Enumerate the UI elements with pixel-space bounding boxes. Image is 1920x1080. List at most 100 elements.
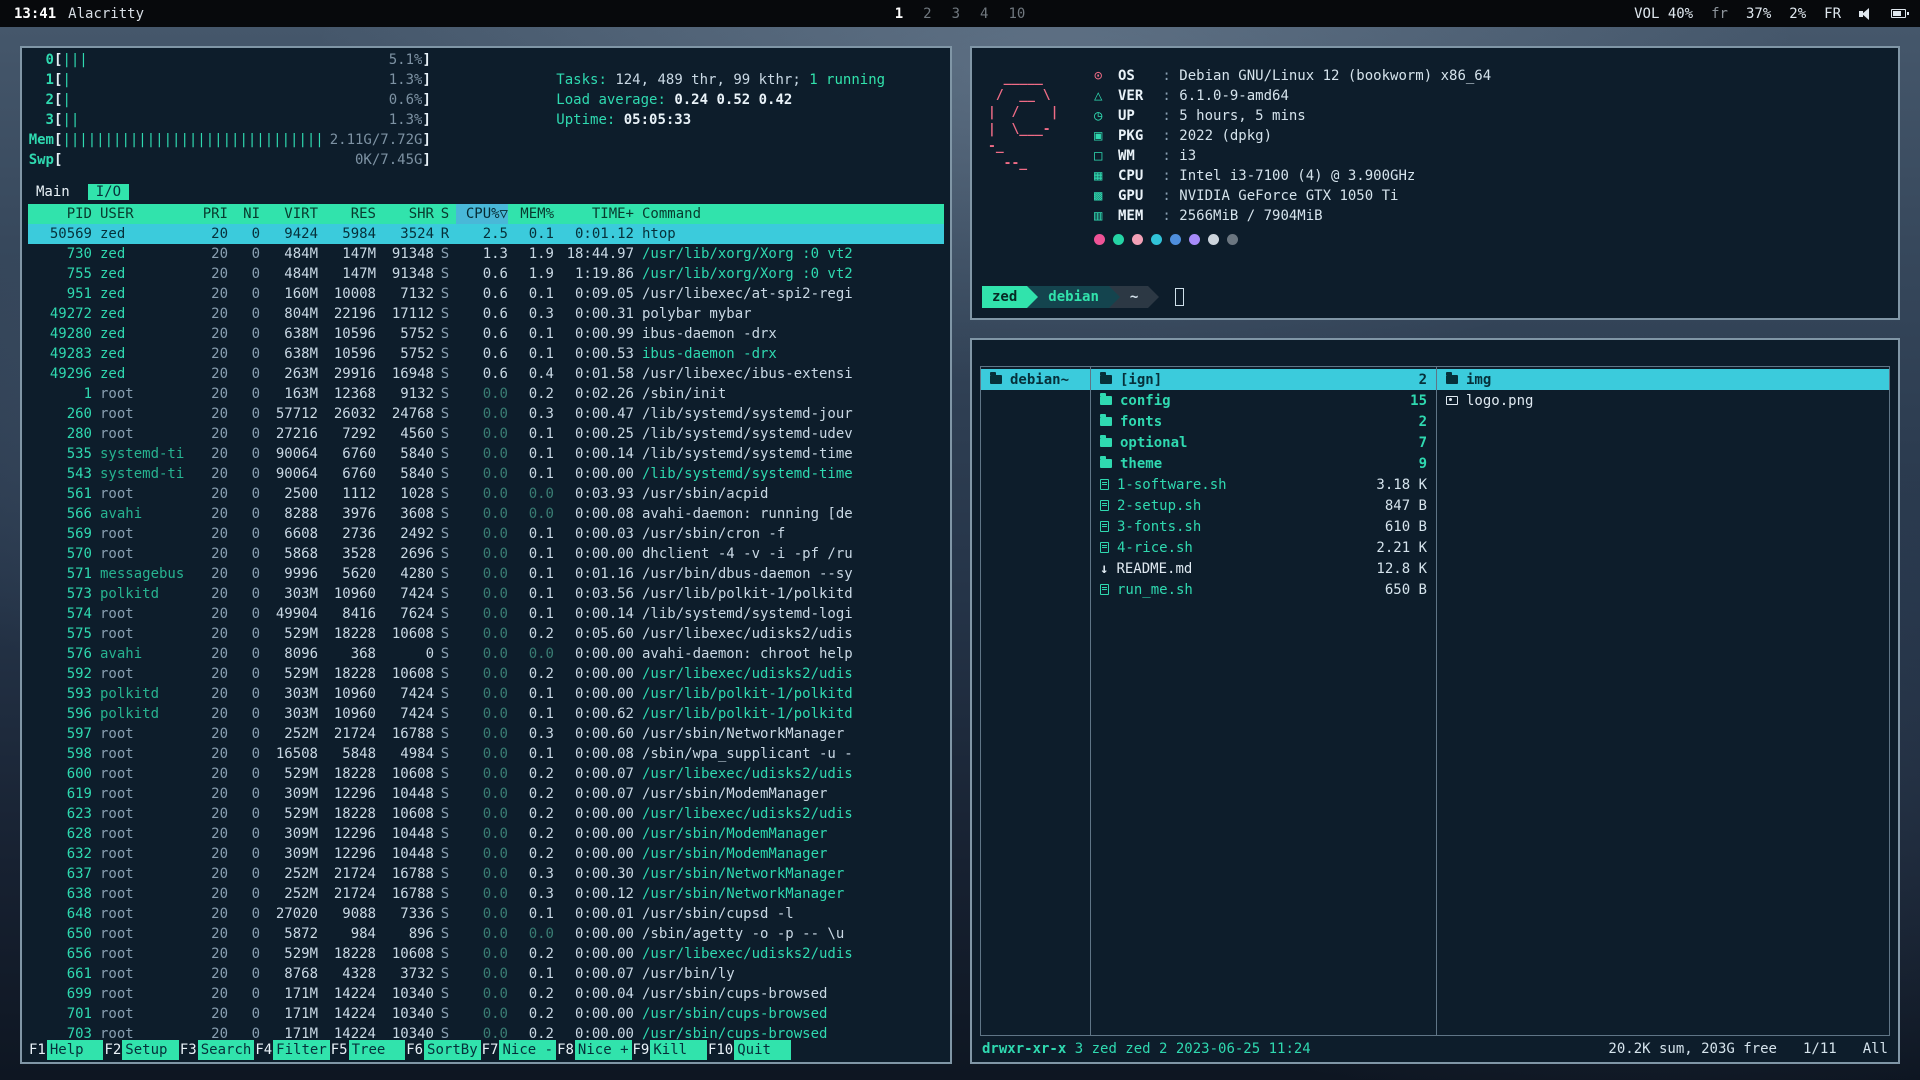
process-row[interactable]: 598root2001650858484984S0.00.10:00.08/sb… xyxy=(28,744,944,764)
volume-icon[interactable] xyxy=(1859,8,1873,20)
file-item[interactable]: fonts2 xyxy=(1091,411,1436,432)
column-header-c1[interactable]: USER xyxy=(92,204,192,224)
column-header-c0[interactable]: PID xyxy=(28,204,92,224)
process-row[interactable]: 570root200586835282696S0.00.10:00.00dhcl… xyxy=(28,544,944,564)
process-row[interactable]: 703root200171M1422410340S0.00.20:00.00/u… xyxy=(28,1024,944,1040)
workspace-2[interactable]: 2 xyxy=(923,6,931,22)
process-row[interactable]: 951zed200160M100087132S0.60.10:09.05/usr… xyxy=(28,284,944,304)
file-item[interactable]: logo.png xyxy=(1437,390,1889,411)
column-header-c3[interactable]: NI xyxy=(228,204,260,224)
column-header-c6[interactable]: SHR xyxy=(376,204,434,224)
process-row[interactable]: 623root200529M1822810608S0.00.20:00.00/u… xyxy=(28,804,944,824)
workspace-1[interactable]: 1 xyxy=(895,6,903,22)
process-row[interactable]: 1root200163M123689132S0.00.20:02.26/sbin… xyxy=(28,384,944,404)
process-row[interactable]: 597root200252M2172416788S0.00.30:00.60/u… xyxy=(28,724,944,744)
workspace-3[interactable]: 3 xyxy=(952,6,960,22)
file-item[interactable]: img xyxy=(1437,369,1889,390)
process-row[interactable]: 600root200529M1822810608S0.00.20:00.07/u… xyxy=(28,764,944,784)
file-item[interactable]: debian~ xyxy=(981,369,1090,390)
file-item[interactable]: optional7 xyxy=(1091,432,1436,453)
image-icon xyxy=(1446,396,1458,405)
fkey-f7[interactable]: F7Nice - xyxy=(481,1040,556,1060)
process-row[interactable]: 576avahi20080963680S0.00.00:00.00avahi-d… xyxy=(28,644,944,664)
fkey-f1[interactable]: F1Help xyxy=(28,1040,103,1060)
fkey-f4[interactable]: F4Filter xyxy=(254,1040,329,1060)
process-row[interactable]: 619root200309M1229610448S0.00.20:00.07/u… xyxy=(28,784,944,804)
process-row[interactable]: 49280zed200638M105965752S0.60.10:00.99ib… xyxy=(28,324,944,344)
process-row[interactable]: 543systemd-ti2009006467605840S0.00.10:00… xyxy=(28,464,944,484)
process-row[interactable]: 632root200309M1229610448S0.00.20:00.00/u… xyxy=(28,844,944,864)
column-header-c11[interactable]: Command xyxy=(634,204,944,224)
workspace-10[interactable]: 10 xyxy=(1008,6,1025,22)
process-row[interactable]: 699root200171M1422410340S0.00.20:00.04/u… xyxy=(28,984,944,1004)
column-header-c8[interactable]: CPU%▽ xyxy=(456,204,508,224)
column-header-c7[interactable]: S xyxy=(434,204,456,224)
file-item[interactable]: 3-fonts.sh610 B xyxy=(1091,516,1436,537)
tab-main[interactable]: Main xyxy=(28,184,78,200)
process-row[interactable]: 49272zed200804M2219617112S0.60.30:00.31p… xyxy=(28,304,944,324)
process-table-body: 50569zed200942459843524R2.50.10:01.12hto… xyxy=(28,224,944,1040)
process-row[interactable]: 561root200250011121028S0.00.00:03.93/usr… xyxy=(28,484,944,504)
script-icon xyxy=(1100,584,1109,595)
process-row[interactable]: 701root200171M1422410340S0.00.20:00.00/u… xyxy=(28,1004,944,1024)
column-header-c2[interactable]: PRI xyxy=(192,204,228,224)
battery-icon[interactable] xyxy=(1891,9,1906,18)
process-row[interactable]: 648root2002702090887336S0.00.10:00.01/us… xyxy=(28,904,944,924)
process-row[interactable]: 49296zed200263M2991616948S0.60.40:01.58/… xyxy=(28,364,944,384)
process-row[interactable]: 628root200309M1229610448S0.00.20:00.00/u… xyxy=(28,824,944,844)
fm-filter: All xyxy=(1863,1036,1888,1062)
process-row[interactable]: 573polkitd200303M109607424S0.00.10:03.56… xyxy=(28,584,944,604)
column-header-c5[interactable]: RES xyxy=(318,204,376,224)
process-row[interactable]: 596polkitd200303M109607424S0.00.10:00.62… xyxy=(28,704,944,724)
process-row[interactable]: 566avahi200828839763608S0.00.00:00.08ava… xyxy=(28,504,944,524)
fkey-f6[interactable]: F6SortBy xyxy=(405,1040,480,1060)
workspace-4[interactable]: 4 xyxy=(980,6,988,22)
status-keyboard-layout-small: fr xyxy=(1711,6,1728,22)
file-name: 1-software.sh xyxy=(1117,477,1368,493)
process-row[interactable]: 638root200252M2172416788S0.00.30:00.12/u… xyxy=(28,884,944,904)
fkey-f8[interactable]: F8Nice + xyxy=(556,1040,631,1060)
fkey-f10[interactable]: F10Quit xyxy=(707,1040,791,1060)
fkey-f2[interactable]: F2Setup xyxy=(103,1040,178,1060)
process-row[interactable]: 280root2002721672924560S0.00.10:00.25/li… xyxy=(28,424,944,444)
gpu-icon: ▩ xyxy=(1094,186,1118,206)
file-item[interactable]: 1-software.sh3.18 K xyxy=(1091,474,1436,495)
process-row[interactable]: 569root200660827362492S0.00.10:00.03/usr… xyxy=(28,524,944,544)
file-item[interactable]: run_me.sh650 B xyxy=(1091,579,1436,600)
process-row[interactable]: 650root2005872984896S0.00.00:00.00/sbin/… xyxy=(28,924,944,944)
process-row[interactable]: 730zed200484M147M91348S1.31.918:44.97/us… xyxy=(28,244,944,264)
process-row[interactable]: 656root200529M1822810608S0.00.20:00.00/u… xyxy=(28,944,944,964)
file-item[interactable]: ↓README.md12.8 K xyxy=(1091,558,1436,579)
fkey-f9[interactable]: F9Kill xyxy=(632,1040,707,1060)
column-header-c10[interactable]: TIME+ xyxy=(554,204,634,224)
process-row[interactable]: 49283zed200638M105965752S0.60.10:00.53ib… xyxy=(28,344,944,364)
tab-io[interactable]: I/O xyxy=(88,184,129,200)
file-manager-window[interactable]: zed@debian /home/zed/Documents/GitHub/de… xyxy=(970,338,1900,1064)
process-row[interactable]: 50569zed200942459843524R2.50.10:01.12hto… xyxy=(28,224,944,244)
file-size: 2 xyxy=(1419,414,1427,430)
file-name: [ign] xyxy=(1120,372,1411,388)
process-row[interactable]: 260root200577122603224768S0.00.30:00.47/… xyxy=(28,404,944,424)
column-header-c4[interactable]: VIRT xyxy=(260,204,318,224)
process-row[interactable]: 637root200252M2172416788S0.00.30:00.30/u… xyxy=(28,864,944,884)
file-item[interactable]: [ign]2 xyxy=(1091,369,1436,390)
htop-window[interactable]: 0[|||5.1%] 1[|1.3%] 2[|0.6%] 3[||1.3%]Me… xyxy=(20,46,952,1064)
process-row[interactable]: 592root200529M1822810608S0.00.20:00.00/u… xyxy=(28,664,944,684)
column-header-c9[interactable]: MEM% xyxy=(508,204,554,224)
file-item[interactable]: 2-setup.sh847 B xyxy=(1091,495,1436,516)
process-row[interactable]: 593polkitd200303M109607424S0.00.10:00.00… xyxy=(28,684,944,704)
fkey-f5[interactable]: F5Tree xyxy=(330,1040,405,1060)
file-item[interactable]: config15 xyxy=(1091,390,1436,411)
process-row[interactable]: 661root200876843283732S0.00.10:00.07/usr… xyxy=(28,964,944,984)
htop-sysinfo: Tasks: 124, 489 thr, 99 kthr; 1 running … xyxy=(472,50,885,170)
process-row[interactable]: 575root200529M1822810608S0.00.20:05.60/u… xyxy=(28,624,944,644)
fkey-f3[interactable]: F3Search xyxy=(179,1040,254,1060)
process-row[interactable]: 755zed200484M147M91348S0.61.91:19.86/usr… xyxy=(28,264,944,284)
file-item[interactable]: 4-rice.sh2.21 K xyxy=(1091,537,1436,558)
file-item[interactable]: theme9 xyxy=(1091,453,1436,474)
process-row[interactable]: 574root2004990484167624S0.00.10:00.14/li… xyxy=(28,604,944,624)
file-name: debian~ xyxy=(1010,372,1081,388)
process-row[interactable]: 571messagebus200999656204280S0.00.10:01.… xyxy=(28,564,944,584)
neofetch-window[interactable]: _____ / __ \ | / | | \___- -_ --_ ⊙OS : … xyxy=(970,46,1900,320)
process-row[interactable]: 535systemd-ti2009006467605840S0.00.10:00… xyxy=(28,444,944,464)
